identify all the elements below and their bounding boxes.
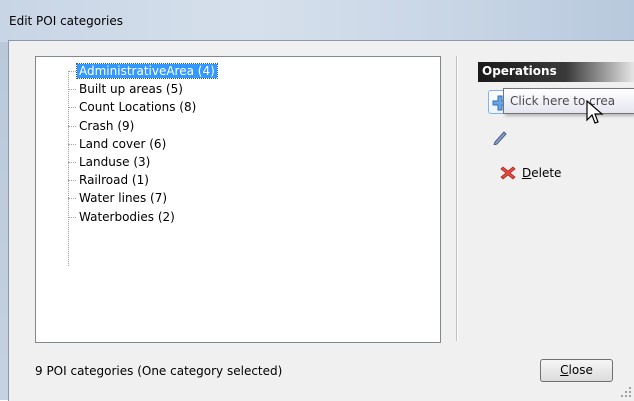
tree-connector: [68, 216, 76, 218]
operations-header: Operations: [478, 62, 634, 82]
tree-item-label: Waterbodies (2): [79, 209, 175, 224]
tree-connector: [68, 107, 76, 109]
tree-item-label: Landuse (3): [79, 155, 151, 169]
dialog-window: Edit POI categories AdministrativeArea (…: [0, 0, 634, 401]
pencil-icon: [493, 131, 507, 145]
tree-item-label: Water lines (7): [79, 191, 168, 206]
delete-button-label: Delete: [522, 166, 562, 180]
tree-connector: [68, 143, 76, 145]
operations-header-label: Operations: [482, 64, 557, 78]
tree-item[interactable]: Waterbodies (2): [68, 209, 177, 225]
poi-category-tree[interactable]: AdministrativeArea (4) Built up areas (5)…: [35, 56, 441, 343]
tree-item[interactable]: Land cover (6): [68, 136, 168, 152]
resize-grip-icon[interactable]: [620, 386, 632, 398]
tree-connector: [68, 180, 76, 182]
tree-item-label: Land cover (6): [79, 136, 167, 151]
tree-item[interactable]: Landuse (3): [68, 154, 152, 170]
tree-item-label: Built up areas (5): [79, 82, 183, 97]
tree-item-label: Railroad (1): [79, 173, 149, 188]
tree-connector: [68, 198, 76, 200]
tree-item-label: Count Locations (8): [79, 100, 197, 115]
create-tooltip: Click here to crea: [503, 88, 634, 114]
tree-item[interactable]: Railroad (1): [68, 172, 151, 188]
panel-separator: [456, 56, 457, 341]
window-title: Edit POI categories: [9, 14, 123, 28]
tree-connector: [68, 89, 76, 91]
tree-item[interactable]: Count Locations (8): [68, 99, 198, 115]
tree-connector: [68, 162, 76, 163]
tree-item[interactable]: AdministrativeArea (4): [68, 63, 218, 79]
delete-x-icon: [500, 166, 516, 180]
close-button[interactable]: Close: [540, 359, 613, 382]
tree-item[interactable]: Built up areas (5): [68, 81, 185, 97]
tree-item-label: Crash (9): [79, 118, 135, 133]
tree-item[interactable]: Crash (9): [68, 118, 136, 134]
tree-connector: [68, 71, 76, 72]
mouse-cursor-icon: [586, 100, 604, 124]
tree-item[interactable]: Water lines (7): [68, 190, 169, 206]
tree-connector: [68, 125, 76, 127]
status-text: 9 POI categories (One category selected): [35, 364, 283, 378]
title-bar[interactable]: Edit POI categories: [0, 0, 634, 42]
tree-item-label: AdministrativeArea (4): [76, 63, 218, 79]
